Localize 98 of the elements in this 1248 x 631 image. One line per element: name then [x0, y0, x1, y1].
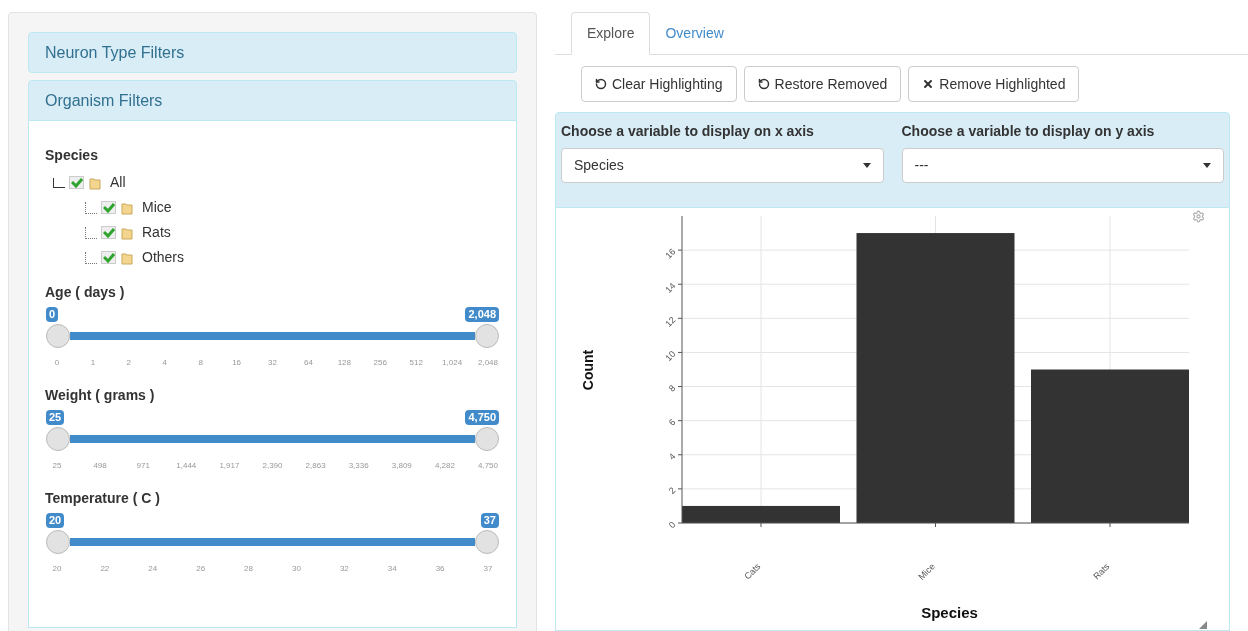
close-icon: [922, 78, 935, 90]
slider-handle[interactable]: [46, 324, 70, 348]
tick-label: 24: [148, 563, 158, 575]
slider-handle[interactable]: [46, 427, 70, 451]
select-field[interactable]: ---: [901, 148, 1224, 183]
tick-label: 128: [337, 357, 351, 369]
caret-icon: [1203, 163, 1211, 168]
tree-label[interactable]: Rats: [142, 222, 171, 243]
tick-label: 4,282: [434, 460, 455, 472]
tree-label[interactable]: All: [110, 172, 126, 193]
tree-connector-icon: [85, 226, 97, 239]
tick-label: 4,750: [478, 460, 498, 472]
slider-handle[interactable]: [475, 427, 499, 451]
checkbox[interactable]: [101, 201, 116, 214]
slider-label: Age ( days ): [45, 283, 126, 302]
slider-handle[interactable]: [475, 530, 499, 554]
tick-label: 32: [268, 357, 277, 369]
tree-connector-icon: [85, 201, 97, 214]
tick-label: 25: [52, 460, 62, 472]
folder-icon: [88, 175, 102, 190]
y-tick-label: 2: [666, 485, 678, 496]
slider-label: Weight ( grams ): [45, 386, 156, 405]
tab[interactable]: Explore: [571, 12, 651, 55]
tick-label: 1,444: [176, 460, 197, 472]
x-axis-title: Species: [921, 604, 978, 621]
min-value-badge: 0: [46, 307, 59, 322]
y-tick-label: 14: [663, 280, 678, 295]
tick-label: 16: [232, 357, 242, 369]
x-tick-label: Cats: [742, 561, 763, 582]
y-tick-label: 0: [666, 519, 678, 531]
folder-icon: [120, 200, 134, 215]
tick-label: 30: [292, 563, 301, 575]
tree-connector-icon: [53, 177, 65, 188]
slider-label: Temperature ( C ): [45, 489, 161, 508]
tick-label: 2,390: [262, 460, 283, 472]
resize-handle-icon[interactable]: [1199, 621, 1207, 629]
tick-label: 2,863: [305, 460, 326, 472]
checkbox[interactable]: [101, 226, 116, 239]
tick-label: 22: [100, 563, 110, 575]
tick-label: 1,917: [219, 460, 240, 472]
max-value-badge: 2,048: [465, 307, 499, 322]
y-tick-label: 12: [663, 314, 678, 329]
x-tick-label: Mice: [916, 561, 937, 582]
max-value-badge: 4,750: [465, 410, 499, 425]
slider-handle[interactable]: [46, 530, 70, 554]
tick-label: 34: [387, 563, 397, 575]
toolbar-button[interactable]: Restore Removed: [743, 66, 902, 102]
tick-label: 4: [162, 357, 167, 369]
folder-icon: [120, 250, 134, 265]
tick-label: 1: [90, 357, 96, 369]
tick-label: 28: [244, 563, 253, 575]
species-label: Species: [45, 146, 99, 165]
y-tick-label: 10: [663, 348, 678, 364]
y-tick-label: 8: [666, 383, 678, 394]
tick-label: 32: [339, 563, 349, 575]
tick-label: 256: [373, 357, 387, 369]
min-value-badge: 25: [46, 410, 65, 425]
tick-label: 2,048: [478, 357, 498, 369]
select-field[interactable]: Species: [561, 148, 884, 183]
bar[interactable]: [682, 505, 840, 523]
tick-label: 36: [435, 563, 445, 575]
undo-icon: [757, 78, 770, 90]
accordion-header[interactable]: Organism Filters: [28, 80, 517, 121]
tree-label[interactable]: Others: [142, 247, 184, 268]
folder-icon: [120, 225, 134, 240]
tree-connector-icon: [85, 251, 97, 264]
y-tick-label: 4: [666, 451, 678, 462]
tick-label: 3,809: [391, 460, 412, 472]
tick-label: 64: [303, 357, 313, 369]
tick-label: 512: [409, 357, 423, 369]
checkbox[interactable]: [101, 251, 116, 264]
caret-icon: [862, 163, 871, 168]
toolbar-button[interactable]: Remove Highlighted: [908, 66, 1080, 102]
toolbar-button[interactable]: Clear Highlighting: [581, 66, 737, 102]
max-value-badge: 37: [480, 513, 499, 528]
accordion-header[interactable]: Neuron Type Filters: [28, 32, 517, 73]
tick-label: 1,024: [442, 357, 463, 369]
y-tick-label: 16: [663, 246, 678, 261]
slider-handle[interactable]: [475, 324, 499, 348]
tick-label: 971: [136, 460, 150, 472]
tick-label: 3,336: [348, 460, 369, 472]
tick-label: 26: [196, 563, 206, 575]
tick-label: 8: [198, 357, 203, 369]
tick-label: 37: [483, 563, 493, 575]
checkbox[interactable]: [69, 176, 84, 189]
tree-label[interactable]: Mice: [142, 197, 172, 218]
y-tick-label: 6: [666, 417, 678, 428]
settings-icon[interactable]: [1192, 210, 1205, 223]
axis-selector-label: Choose a variable to display on y axis: [901, 122, 1156, 141]
tick-label: 20: [52, 563, 62, 575]
tab[interactable]: Overview: [650, 12, 739, 54]
tick-label: 498: [93, 460, 107, 472]
tick-label: 2: [126, 357, 132, 369]
y-axis-title: Count: [580, 349, 596, 391]
tick-label: 0: [54, 357, 60, 369]
undo-icon: [595, 78, 607, 90]
min-value-badge: 20: [46, 513, 65, 528]
axis-selector-label: Choose a variable to display on x axis: [561, 122, 815, 141]
